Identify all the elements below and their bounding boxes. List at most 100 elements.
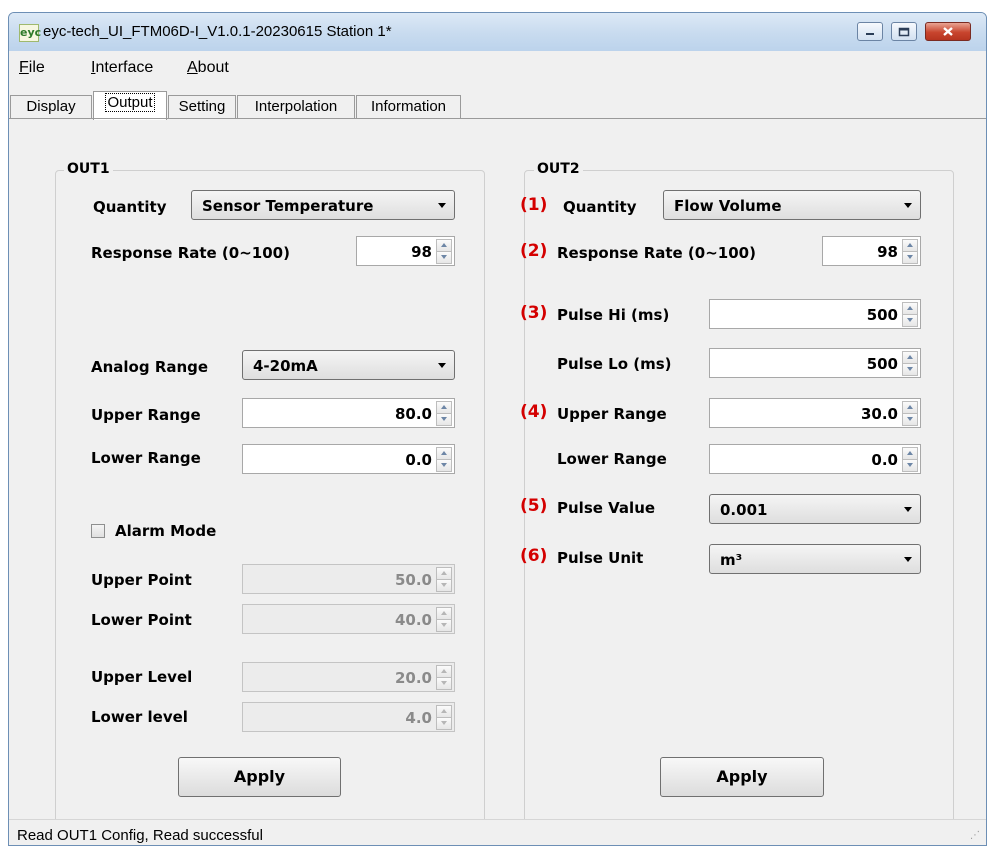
menu-interface[interactable]: Interface bbox=[91, 59, 153, 77]
chevron-down-icon bbox=[904, 507, 912, 512]
out1-response-value: 98 bbox=[411, 243, 432, 261]
out1-apply-button[interactable]: Apply bbox=[178, 757, 341, 797]
out1-lower-point-value: 40.0 bbox=[394, 611, 432, 629]
status-bar: Read OUT1 Config, Read successful ⋰ bbox=[9, 819, 986, 845]
out2-upper-range-value: 30.0 bbox=[860, 405, 898, 423]
out1-response-spinbox[interactable]: 98 bbox=[356, 236, 455, 266]
minimize-button[interactable] bbox=[857, 22, 883, 41]
output-tab-panel: OUT1 Quantity Sensor Temperature Respons… bbox=[9, 118, 986, 825]
out1-analog-label: Analog Range bbox=[91, 358, 209, 376]
tab-information[interactable]: Information bbox=[356, 95, 461, 119]
tab-interpolation[interactable]: Interpolation bbox=[237, 95, 355, 119]
out2-group-title: OUT2 bbox=[534, 161, 583, 177]
out1-upper-range-spinbox[interactable]: 80.0 bbox=[242, 398, 455, 428]
out2-pulse-value-select[interactable]: 0.001 bbox=[709, 494, 921, 524]
chevron-down-icon bbox=[438, 363, 446, 368]
alarm-mode-checkbox[interactable] bbox=[91, 524, 105, 538]
close-button[interactable] bbox=[925, 22, 971, 41]
spin-arrows-icon bbox=[436, 665, 452, 690]
alarm-mode-label: Alarm Mode bbox=[115, 522, 217, 540]
menu-file[interactable]: File bbox=[19, 59, 45, 77]
out2-pulse-hi-label: Pulse Hi (ms) bbox=[557, 306, 670, 324]
out2-pulse-hi-spinbox[interactable]: 500 bbox=[709, 299, 921, 329]
out2-lower-range-value: 0.0 bbox=[871, 451, 898, 469]
out1-lower-point-spinbox: 40.0 bbox=[242, 604, 455, 634]
spin-arrows-icon[interactable] bbox=[436, 447, 452, 472]
out1-lower-level-label: Lower level bbox=[91, 708, 188, 726]
out2-pulse-unit-label: Pulse Unit bbox=[557, 549, 644, 567]
tab-output-label: Output bbox=[105, 93, 155, 112]
out2-response-label: Response Rate (0~100) bbox=[557, 244, 756, 262]
out1-group-title: OUT1 bbox=[64, 161, 113, 177]
out2-lower-range-label: Lower Range bbox=[557, 450, 667, 468]
spin-arrows-icon[interactable] bbox=[436, 239, 452, 264]
out1-quantity-select[interactable]: Sensor Temperature bbox=[191, 190, 455, 220]
menu-about[interactable]: About bbox=[187, 59, 229, 77]
out1-response-label: Response Rate (0~100) bbox=[91, 244, 290, 262]
spin-arrows-icon[interactable] bbox=[436, 401, 452, 426]
window-title: eyc-tech_UI_FTM06D-I_V1.0.1-20230615 Sta… bbox=[43, 23, 392, 40]
out2-apply-button[interactable]: Apply bbox=[660, 757, 824, 797]
spin-arrows-icon[interactable] bbox=[902, 351, 918, 376]
status-text: Read OUT1 Config, Read successful bbox=[17, 827, 263, 844]
out1-lower-point-label: Lower Point bbox=[91, 611, 192, 629]
out1-quantity-label: Quantity bbox=[93, 198, 167, 216]
out1-lower-range-spinbox[interactable]: 0.0 bbox=[242, 444, 455, 474]
out1-upper-range-label: Upper Range bbox=[91, 406, 201, 424]
app-logo-icon: eyc bbox=[19, 24, 41, 42]
marker-1: (1) bbox=[520, 195, 548, 215]
tab-setting[interactable]: Setting bbox=[168, 95, 236, 119]
out1-upper-point-value: 50.0 bbox=[394, 571, 432, 589]
out2-pulse-hi-value: 500 bbox=[866, 306, 898, 324]
spin-arrows-icon bbox=[436, 567, 452, 592]
marker-6: (6) bbox=[520, 546, 548, 566]
spin-arrows-icon[interactable] bbox=[902, 302, 918, 327]
out2-quantity-select[interactable]: Flow Volume bbox=[663, 190, 921, 220]
out2-pulse-value-label: Pulse Value bbox=[557, 499, 656, 517]
out2-quantity-value: Flow Volume bbox=[674, 197, 782, 215]
out2-response-value: 98 bbox=[877, 243, 898, 261]
spin-arrows-icon bbox=[436, 607, 452, 632]
marker-2: (2) bbox=[520, 241, 548, 261]
out2-upper-range-label: Upper Range bbox=[557, 405, 667, 423]
out2-lower-range-spinbox[interactable]: 0.0 bbox=[709, 444, 921, 474]
out2-pulse-lo-label: Pulse Lo (ms) bbox=[557, 355, 672, 373]
out2-pulse-unit-select[interactable]: m³ bbox=[709, 544, 921, 574]
minimize-icon bbox=[858, 23, 882, 40]
out1-lower-range-value: 0.0 bbox=[405, 451, 432, 469]
app-window: eyc eyc-tech_UI_FTM06D-I_V1.0.1-20230615… bbox=[8, 12, 987, 846]
out2-pulse-lo-spinbox[interactable]: 500 bbox=[709, 348, 921, 378]
chevron-down-icon bbox=[904, 557, 912, 562]
title-bar[interactable]: eyc eyc-tech_UI_FTM06D-I_V1.0.1-20230615… bbox=[9, 13, 986, 51]
maximize-button[interactable] bbox=[891, 22, 917, 41]
tab-display[interactable]: Display bbox=[10, 95, 92, 119]
out1-upper-level-label: Upper Level bbox=[91, 668, 193, 686]
menu-bar: File Interface About bbox=[9, 51, 986, 83]
out1-quantity-value: Sensor Temperature bbox=[202, 197, 374, 215]
chevron-down-icon bbox=[438, 203, 446, 208]
out1-lower-level-spinbox: 4.0 bbox=[242, 702, 455, 732]
out2-upper-range-spinbox[interactable]: 30.0 bbox=[709, 398, 921, 428]
out2-pulse-lo-value: 500 bbox=[866, 355, 898, 373]
out2-response-spinbox[interactable]: 98 bbox=[822, 236, 921, 266]
out2-pulse-value-value: 0.001 bbox=[720, 501, 768, 519]
tab-bar: Display Output Setting Interpolation Inf… bbox=[9, 83, 986, 120]
out1-upper-range-value: 80.0 bbox=[394, 405, 432, 423]
tab-output[interactable]: Output bbox=[93, 91, 167, 120]
out1-analog-value: 4-20mA bbox=[253, 357, 318, 375]
spin-arrows-icon[interactable] bbox=[902, 401, 918, 426]
spin-arrows-icon[interactable] bbox=[902, 239, 918, 264]
spin-arrows-icon bbox=[436, 705, 452, 730]
out1-analog-select[interactable]: 4-20mA bbox=[242, 350, 455, 380]
out1-upper-point-spinbox: 50.0 bbox=[242, 564, 455, 594]
out1-upper-level-value: 20.0 bbox=[394, 669, 432, 687]
out2-pulse-unit-value: m³ bbox=[720, 551, 743, 569]
out2-quantity-label: Quantity bbox=[563, 198, 637, 216]
out1-lower-range-label: Lower Range bbox=[91, 449, 201, 467]
spin-arrows-icon[interactable] bbox=[902, 447, 918, 472]
chevron-down-icon bbox=[904, 203, 912, 208]
size-grip-icon[interactable]: ⋰ bbox=[970, 830, 980, 841]
marker-3: (3) bbox=[520, 303, 548, 323]
out1-lower-level-value: 4.0 bbox=[405, 709, 432, 727]
close-icon bbox=[926, 23, 970, 40]
